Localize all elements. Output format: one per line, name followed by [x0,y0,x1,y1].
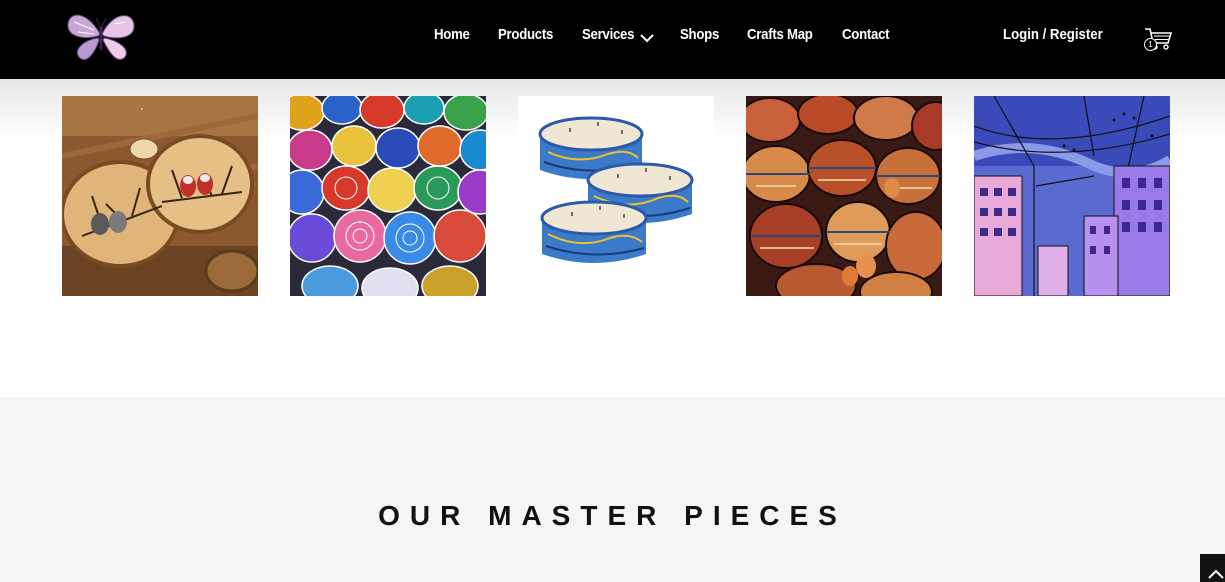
section-title: OUR MASTER PIECES [378,500,847,531]
butterfly-logo-icon[interactable] [64,6,140,64]
login-register-link[interactable]: Login / Register [1003,26,1103,43]
cart-count-badge: 1 [1144,38,1157,51]
gallery-image-decorative-tin-candles[interactable] [518,96,714,296]
chevron-down-icon[interactable] [640,30,654,43]
nav-home[interactable]: Home [434,26,470,43]
site-header: Home Products Services Shops Crafts Map … [0,0,1225,79]
master-pieces-section: OUR MASTER PIECES [0,397,1225,582]
gallery-image-wood-slice-bird-art[interactable] [62,96,258,296]
nav-products[interactable]: Products [498,26,553,43]
gallery-image-city-painting[interactable] [974,96,1170,296]
nav-crafts-map[interactable]: Crafts Map [747,26,813,43]
gallery-image-painted-gourds-and-pots[interactable] [746,96,942,296]
chevron-up-icon[interactable] [1200,554,1225,582]
nav-services[interactable]: Services [582,26,634,43]
nav-shops[interactable]: Shops [680,26,719,43]
gallery-image-painted-ceramic-bowls[interactable] [290,96,486,296]
nav-contact[interactable]: Contact [842,26,890,43]
